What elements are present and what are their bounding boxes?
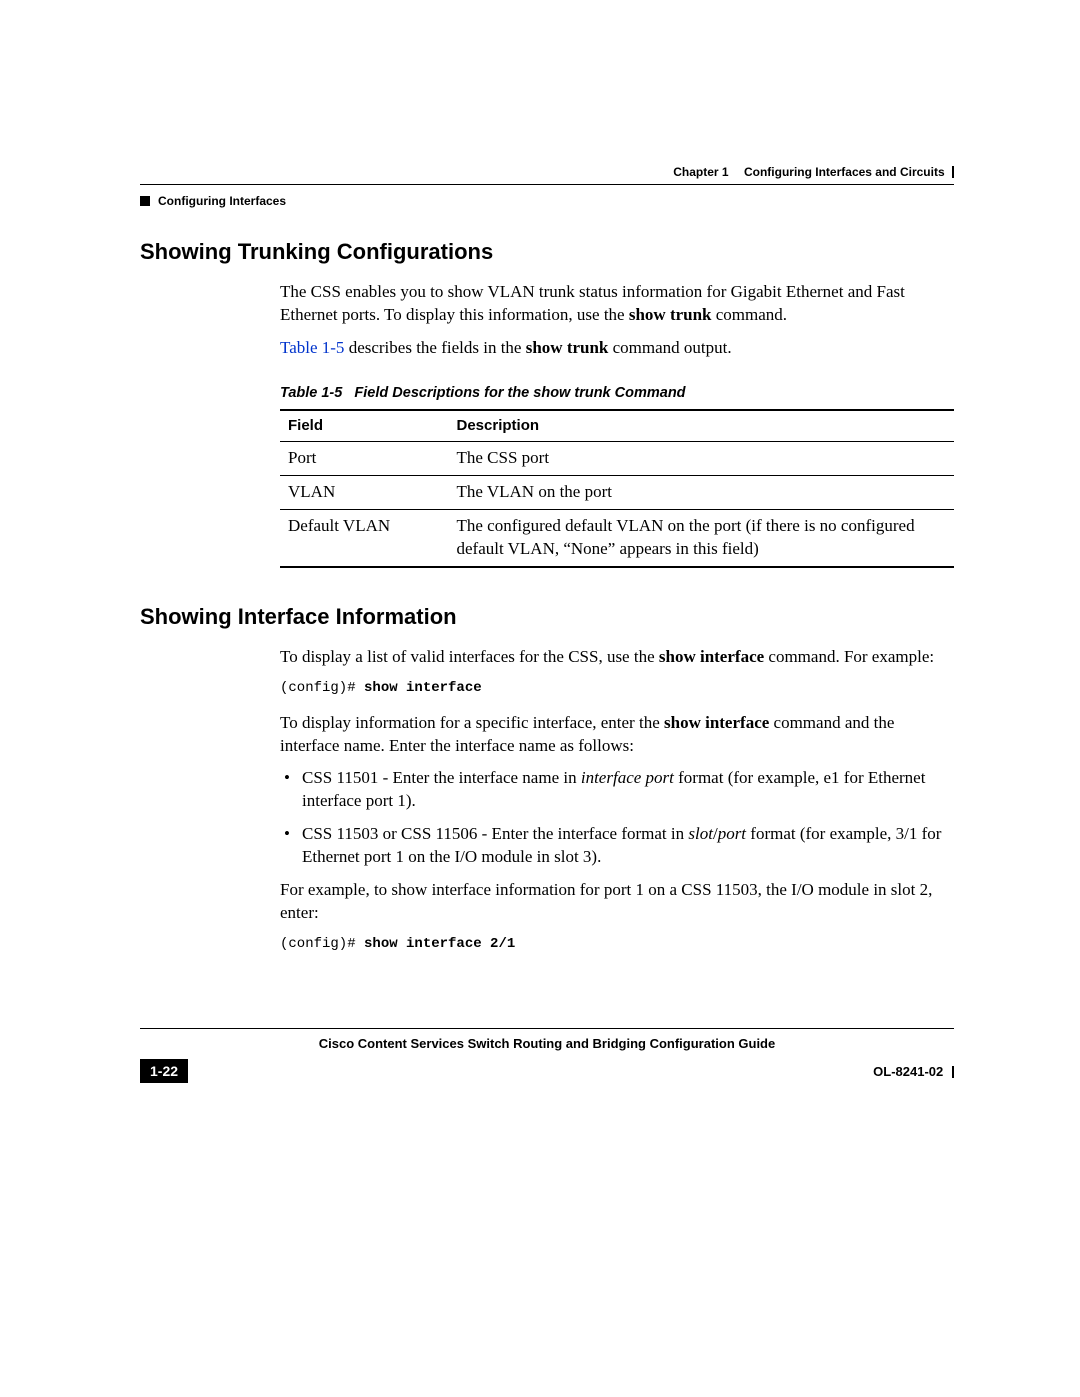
chapter-title: Configuring Interfaces and Circuits <box>744 165 945 179</box>
cell-desc: The configured default VLAN on the port … <box>449 510 955 567</box>
doc-number: OL-8241-02 <box>873 1064 943 1079</box>
heading-trunking: Showing Trunking Configurations <box>140 237 954 267</box>
page-footer: Cisco Content Services Switch Routing an… <box>140 1028 954 1083</box>
footer-tick-icon <box>952 1066 954 1078</box>
footer-right: OL-8241-02 <box>873 1060 954 1083</box>
header-rule <box>140 184 954 185</box>
footer-row: 1-22 OL-8241-02 <box>140 1059 954 1084</box>
table-row: Default VLAN The configured default VLAN… <box>280 510 954 567</box>
cell-field: Default VLAN <box>280 510 449 567</box>
cmd-show-interface: show interface <box>659 647 764 666</box>
th-description: Description <box>449 410 955 442</box>
header-right: Chapter 1 Configuring Interfaces and Cir… <box>140 164 954 180</box>
cell-desc: The CSS port <box>449 442 955 476</box>
s2-paragraph-1: To display a list of valid interfaces fo… <box>280 646 954 669</box>
s1-paragraph-2: Table 1-5 describes the fields in the sh… <box>280 337 954 360</box>
code-block-1: (config)# show interface <box>280 679 954 698</box>
s1-paragraph-1: The CSS enables you to show VLAN trunk s… <box>280 281 954 327</box>
s2-paragraph-3: For example, to show interface informati… <box>280 879 954 925</box>
chapter-number: Chapter 1 <box>673 165 728 179</box>
list-item: CSS 11501 - Enter the interface name in … <box>280 767 954 813</box>
table-ref-link[interactable]: Table 1-5 <box>280 338 344 357</box>
table-show-trunk: Field Description Port The CSS port VLAN… <box>280 409 954 568</box>
cell-field: VLAN <box>280 476 449 510</box>
cmd-show-trunk: show trunk <box>629 305 712 324</box>
section1-body: The CSS enables you to show VLAN trunk s… <box>280 281 954 568</box>
section-breadcrumb: Configuring Interfaces <box>158 193 286 209</box>
header-left: Configuring Interfaces <box>140 193 954 209</box>
square-marker-icon <box>140 196 150 206</box>
cell-desc: The VLAN on the port <box>449 476 955 510</box>
code-block-2: (config)# show interface 2/1 <box>280 935 954 954</box>
section2-body: To display a list of valid interfaces fo… <box>280 646 954 954</box>
table-header-row: Field Description <box>280 410 954 442</box>
ital-interface-port: interface port <box>581 768 674 787</box>
page-number-badge: 1-22 <box>140 1059 188 1084</box>
s2-paragraph-2: To display information for a specific in… <box>280 712 954 758</box>
footer-rule <box>140 1028 954 1029</box>
running-header: Chapter 1 Configuring Interfaces and Cir… <box>140 164 954 209</box>
list-item: CSS 11503 or CSS 11506 - Enter the inter… <box>280 823 954 869</box>
heading-interface-info: Showing Interface Information <box>140 602 954 632</box>
table-row: Port The CSS port <box>280 442 954 476</box>
bullet-list: CSS 11501 - Enter the interface name in … <box>280 767 954 869</box>
table-caption: Table 1-5 Field Descriptions for the sho… <box>280 384 954 404</box>
footer-book-title: Cisco Content Services Switch Routing an… <box>140 1035 954 1053</box>
table-row: VLAN The VLAN on the port <box>280 476 954 510</box>
header-tick-icon <box>952 166 954 178</box>
main-content: Showing Trunking Configurations The CSS … <box>140 237 954 954</box>
page: Chapter 1 Configuring Interfaces and Cir… <box>0 0 1080 1397</box>
th-field: Field <box>280 410 449 442</box>
cell-field: Port <box>280 442 449 476</box>
